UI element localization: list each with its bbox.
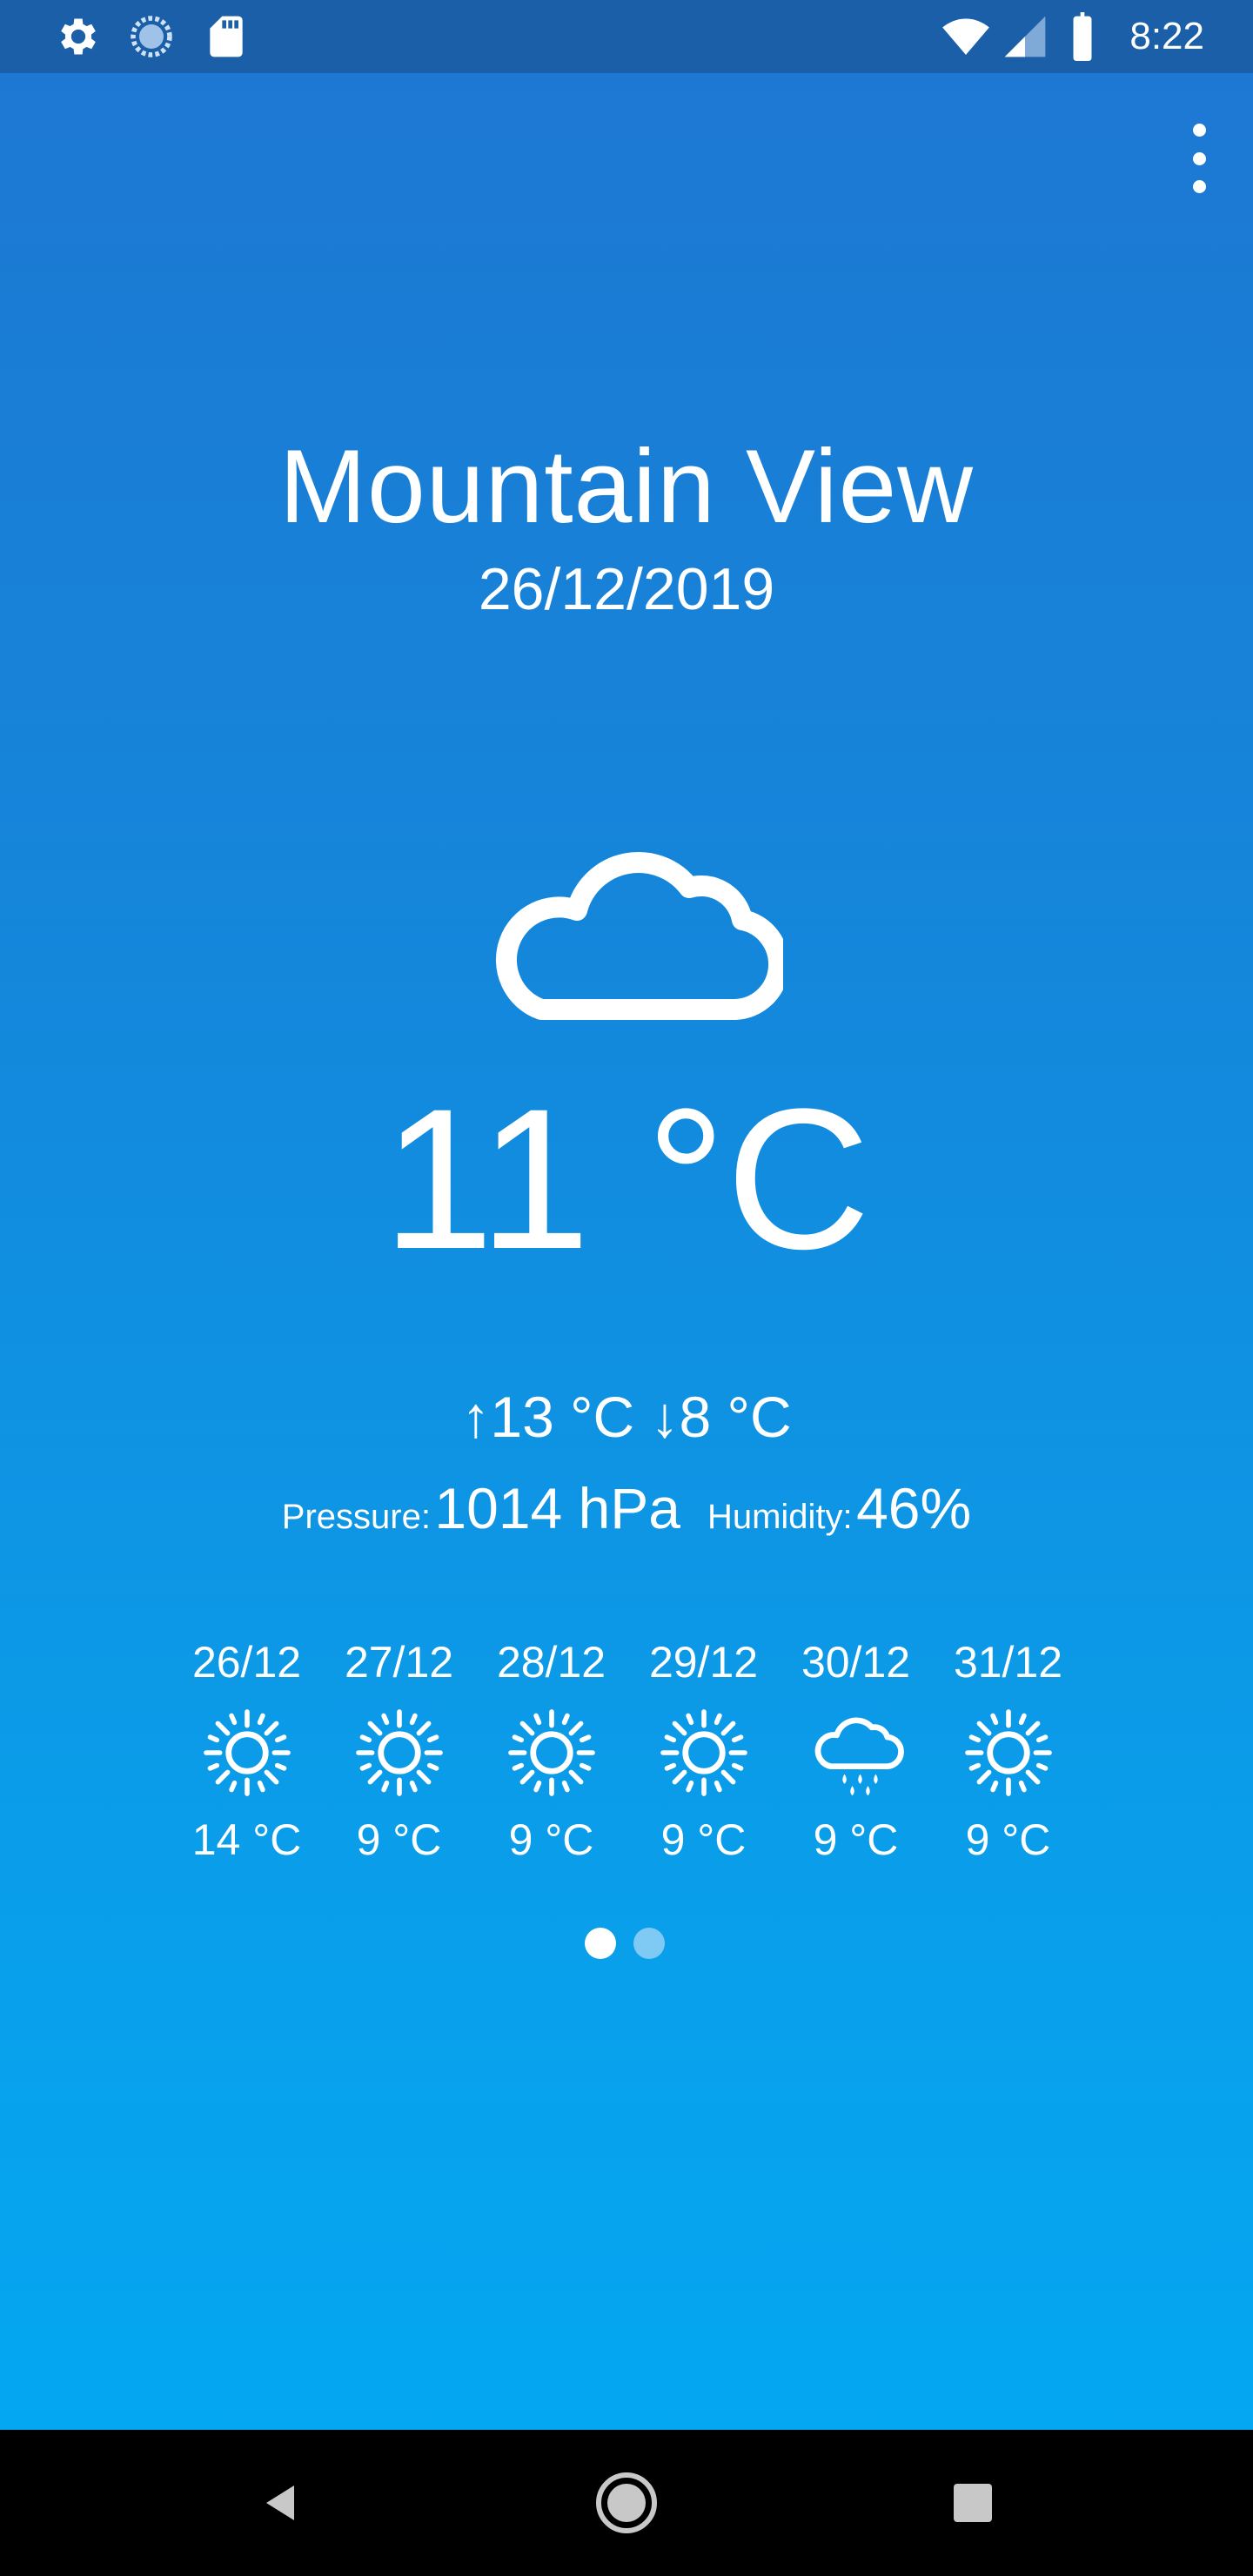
current-date: 26/12/2019 (478, 556, 775, 622)
status-bar: 8:22 (0, 0, 1253, 73)
more-vert-icon (1192, 124, 1206, 137)
forecast-temperature: 9 °C (356, 1815, 442, 1864)
min-max-temperature: ↑13 °C ↓8 °C (0, 1384, 1253, 1450)
home-icon[interactable] (592, 2468, 661, 2538)
forecast-day: 29/12 9 °C (627, 1636, 780, 1866)
forecast-list[interactable]: 26/12 14 °C 27/12 9 °C 28/12 9 °C 29/12 … (171, 1636, 1084, 1866)
forecast-date: 29/12 (648, 1638, 759, 1687)
current-temperature: 11 °C (382, 1067, 871, 1291)
rain-cloud-icon (814, 1717, 904, 1796)
page-dot-active[interactable] (585, 1928, 616, 1959)
weather-details: Pressure: 1014 hPa Humidity: 46% (0, 1475, 1253, 1541)
pressure-value: 1014 hPa (434, 1476, 681, 1540)
navigation-bar (0, 2430, 1253, 2576)
high-temperature: ↑13 °C (461, 1385, 635, 1449)
page-dot-inactive[interactable] (633, 1928, 665, 1959)
back-icon[interactable] (245, 2468, 315, 2538)
forecast-date: 30/12 (801, 1638, 911, 1687)
pressure-label: Pressure: (281, 1498, 431, 1536)
sun-icon (203, 1709, 291, 1796)
status-time: 8:22 (1129, 15, 1204, 57)
forecast-day: 27/12 9 °C (323, 1636, 475, 1866)
forecast-date: 28/12 (496, 1638, 606, 1687)
wifi-icon (942, 18, 989, 55)
forecast-temperature: 9 °C (660, 1815, 747, 1864)
page-indicator[interactable] (585, 1928, 665, 1959)
sd-card-icon (210, 16, 243, 57)
signal-icon (1004, 16, 1046, 57)
sun-icon (660, 1709, 747, 1796)
forecast-date: 26/12 (191, 1638, 302, 1687)
humidity-label: Humidity: (707, 1498, 853, 1536)
weather-screen: 8:22 Mountain View 26/12/2019 11 °C ↑13 … (0, 0, 1253, 2430)
forecast-day: 31/12 9 °C (932, 1636, 1084, 1866)
forecast-day: 28/12 9 °C (475, 1636, 627, 1866)
sun-icon (964, 1709, 1052, 1796)
more-vert-dot (1192, 180, 1206, 193)
more-options-button[interactable] (1182, 124, 1216, 193)
sun-icon (355, 1709, 443, 1796)
forecast-temperature: 9 °C (813, 1815, 899, 1864)
battery-icon (1073, 12, 1092, 61)
sync-icon (131, 16, 172, 57)
low-temperature: ↓8 °C (650, 1385, 792, 1449)
settings-icon (61, 18, 96, 55)
forecast-date: 27/12 (344, 1638, 454, 1687)
sun-icon (507, 1709, 595, 1796)
forecast-date: 31/12 (953, 1638, 1063, 1687)
more-vert-dot (1192, 151, 1206, 165)
humidity-value: 46% (856, 1476, 972, 1540)
forecast-day: 26/12 14 °C (171, 1636, 323, 1866)
recents-icon[interactable] (938, 2468, 1008, 2538)
forecast-temperature: 14 °C (191, 1815, 302, 1864)
forecast-day: 30/12 9 °C (780, 1636, 932, 1866)
city-name: Mountain View (279, 428, 974, 545)
forecast-temperature: 9 °C (508, 1815, 594, 1864)
forecast-temperature: 9 °C (965, 1815, 1051, 1864)
cloud-icon (495, 852, 783, 1020)
